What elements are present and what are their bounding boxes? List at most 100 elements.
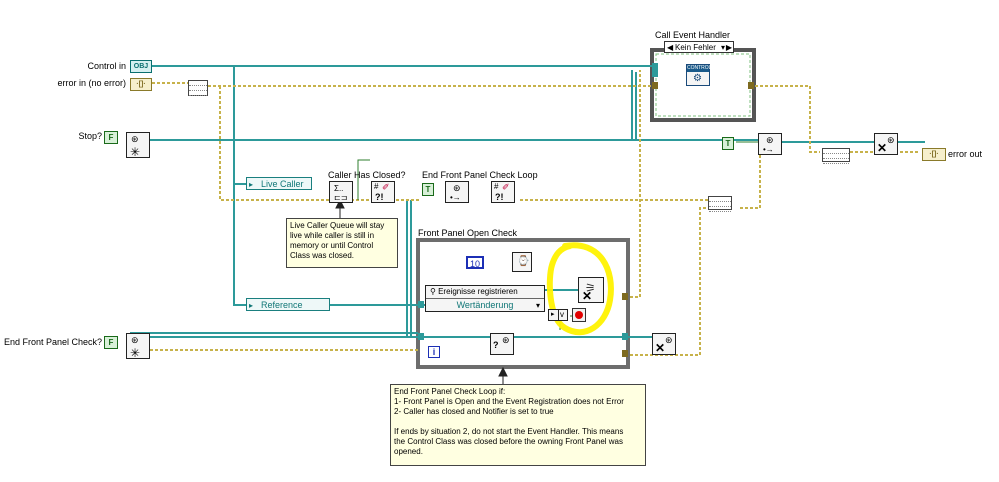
wait-ms-node[interactable]: ⌚ (512, 252, 532, 272)
call-event-handler-title: Call Event Handler (655, 30, 731, 40)
unregister-events-node[interactable]: ⚞ ✕ (578, 277, 604, 303)
fp-open-check-title: Front Panel Open Check (418, 228, 518, 238)
asterisk-icon: ✳ (130, 145, 141, 159)
tunnel-class-case-in2 (652, 70, 658, 77)
notifier-create-node-fp[interactable]: ⊛ ✳ (126, 333, 150, 360)
event-dropdown-icon[interactable]: ▾ (536, 299, 540, 312)
control-in-label: Control in (87, 61, 126, 71)
notifier-create-node-stop[interactable]: ⊛ ✳ (126, 132, 150, 159)
arrow-right-icon: ▸ (249, 180, 254, 189)
question-icon: ?! (495, 192, 504, 202)
register-events-label: Ereignisse registrieren (438, 287, 518, 296)
hash-icon: # (494, 182, 499, 191)
end-fp-check-terminal[interactable]: F (104, 336, 118, 349)
arrow-right-icon: ▸ (249, 301, 254, 310)
event-handler-icon: ⚙ (693, 73, 702, 84)
register-icon: ⚲ (430, 287, 436, 296)
reference-property[interactable]: ▸ Reference (246, 298, 330, 311)
tunnel-loop-ref (418, 301, 424, 308)
tunnel-err-loop-out2 (622, 350, 628, 357)
true-constant[interactable]: T (422, 183, 434, 196)
live-caller-property[interactable]: ▸ Live Caller (246, 177, 312, 190)
release-node-2[interactable]: # ✐ ?! (491, 181, 515, 203)
comment-line: Class was closed. (290, 251, 355, 260)
control-tag: CONTROL (687, 65, 712, 72)
reference-text: Reference (261, 300, 303, 310)
notifier-icon: ⊛ (665, 335, 673, 345)
control-in-terminal[interactable]: OBJ (130, 60, 152, 73)
release-node-1[interactable]: # ✐ ?! (371, 181, 395, 203)
wait-on-notification-node[interactable]: ? ⊛ (490, 333, 514, 355)
live-caller-text: Live Caller (261, 179, 304, 189)
tunnel-loop-fp-in (418, 333, 424, 340)
hash-icon: # (374, 182, 379, 191)
notifier-icon: ⊛ (131, 134, 139, 144)
merge-errors-node-1[interactable] (708, 196, 732, 212)
error-out-label: error out (948, 149, 983, 159)
caller-has-closed-node[interactable]: Σ.. ⊏⊐ (329, 181, 353, 203)
error-in-label: error in (no error) (57, 78, 126, 88)
comment-line (394, 417, 642, 427)
watch-icon: ⌚ (517, 256, 530, 267)
tunnel-err-case-in (652, 82, 658, 89)
queue-icon: Σ.. (334, 184, 344, 193)
case-selector-value: Kein Fehler (675, 43, 716, 52)
error-unbundle-node[interactable] (188, 80, 208, 96)
iteration-terminal: i (428, 346, 440, 358)
comment-line: 2- Caller has closed and Notifier is set… (394, 407, 554, 416)
caller-has-closed-label: Caller Has Closed? (328, 170, 406, 180)
x-icon: ✕ (877, 141, 888, 155)
case-right-arrow-icon[interactable]: ▶ (726, 42, 732, 53)
case-dropdown-icon[interactable]: ▾ (721, 42, 725, 53)
error-in-terminal[interactable]: ·[]· (130, 78, 152, 91)
merge-errors-node-2[interactable] (822, 148, 850, 164)
error-wires (130, 70, 920, 356)
tunnel-err-case-out (748, 82, 754, 89)
comment-line: live while caller is still in (290, 231, 375, 240)
send-notification-node[interactable]: ⊛ •→ (445, 181, 469, 203)
send-notification-node-2[interactable]: ⊛ •→ (758, 133, 782, 155)
comment-line: 1- Front Panel is Open and the Event Reg… (394, 397, 624, 406)
comment-line: Live Caller Queue will stay (290, 221, 385, 230)
error-tunnels (622, 82, 754, 357)
wire-control-branch (233, 66, 246, 306)
tunnel-err-loop-out (622, 293, 628, 300)
notifier-icon: ⊛ (502, 335, 510, 345)
timeout-constant[interactable]: 10 (466, 256, 484, 269)
release-notifier-node-1[interactable]: ⊛ ✕ (652, 333, 676, 355)
comment-line: End Front Panel Check Loop if: (394, 387, 506, 396)
condition-v-node[interactable]: v (558, 309, 568, 321)
question-icon: ?! (375, 192, 384, 202)
case-selector[interactable]: ◀ Kein Fehler ▾ ▶ (664, 41, 734, 53)
x-icon: ✕ (582, 289, 593, 303)
comment-line: memory or until Control (290, 241, 374, 250)
asterisk-icon: ✳ (130, 346, 141, 360)
register-events-node[interactable]: ⚲ Ereignisse registrieren Wertänderung ▾ (425, 285, 545, 312)
tunnel-loop-right (622, 333, 628, 340)
wire-stop-class (150, 139, 925, 143)
condition-v-text: v (560, 310, 564, 319)
release-notifier-node-2[interactable]: ⊛ ✕ (874, 133, 898, 155)
queue-status-icon: ⊏⊐ (334, 193, 348, 202)
question-icon: ? (493, 340, 499, 350)
stop-terminal[interactable]: F (104, 131, 118, 144)
tunnel-class-case-in (652, 63, 658, 70)
comment-line: the Control Class was closed before the … (394, 437, 624, 446)
wire-bool-closed (357, 159, 370, 200)
error-out-terminal[interactable]: ·[]· (922, 148, 946, 161)
call-event-handler-node[interactable]: CONTROL ⚙ (686, 64, 712, 86)
loop-stop-terminal[interactable] (572, 308, 586, 322)
send-arrow-icon: •→ (763, 145, 774, 154)
send-arrow-icon: •→ (450, 193, 461, 202)
end-fp-check-loop-label: End Front Panel Check Loop (422, 170, 538, 180)
loop-end-comment: End Front Panel Check Loop if: 1- Front … (390, 384, 646, 466)
comment-line: If ends by situation 2, do not start the… (394, 427, 624, 436)
case-left-arrow-icon[interactable]: ◀ (667, 42, 673, 53)
notifier-icon: ⊛ (887, 135, 895, 145)
true-constant-2[interactable]: T (722, 137, 734, 150)
x-icon: ✕ (655, 341, 666, 355)
comment-line: opened. (394, 447, 423, 456)
or-icon: ▸ (551, 311, 555, 318)
event-value-change[interactable]: Wertänderung (457, 300, 514, 310)
live-caller-comment: Live Caller Queue will stay live while c… (286, 218, 398, 268)
